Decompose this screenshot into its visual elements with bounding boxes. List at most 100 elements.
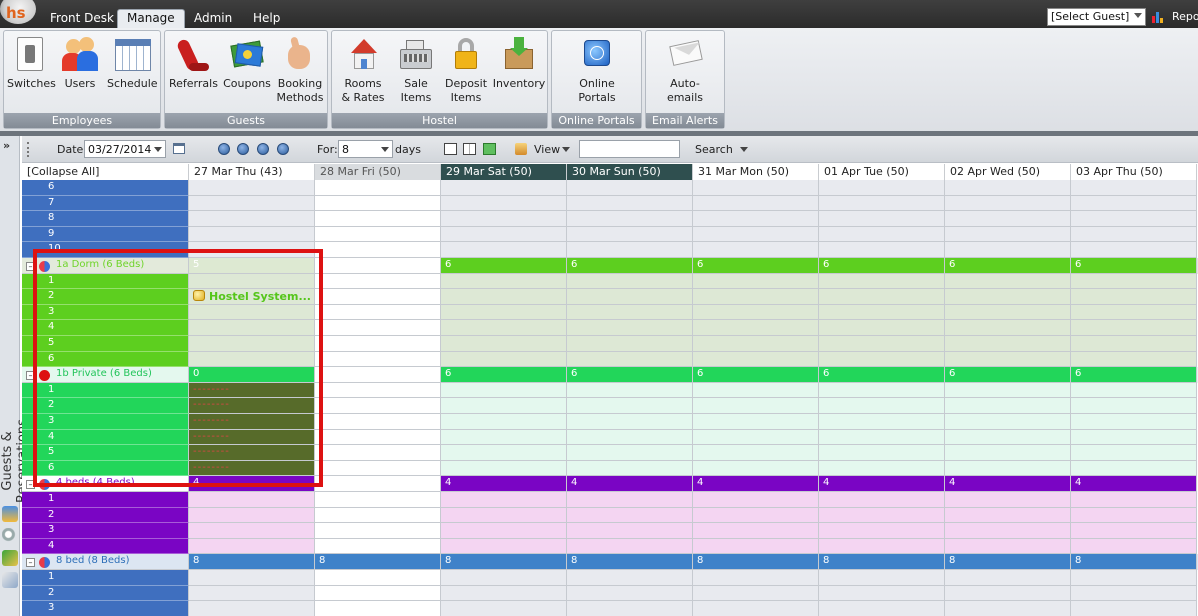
room-name[interactable]: – 4 beds (4 Beds)	[22, 476, 189, 492]
bed-day-cell[interactable]	[189, 507, 315, 524]
bed-day-cell[interactable]	[945, 585, 1071, 602]
bed-day-cell[interactable]	[315, 429, 441, 446]
reports-menu[interactable]: Repo	[1172, 10, 1198, 23]
bed-day-cell[interactable]	[189, 570, 315, 586]
next-icon[interactable]	[257, 143, 269, 155]
room-name[interactable]: – 8 bed (8 Beds)	[22, 554, 189, 570]
bed-day-cell[interactable]	[819, 601, 945, 616]
bed-day-cell[interactable]	[441, 273, 567, 290]
bed-day-cell[interactable]	[315, 242, 441, 258]
bed-day-cell[interactable]	[693, 226, 819, 243]
bed-day-cell[interactable]	[567, 320, 693, 336]
switches-button[interactable]: Switches	[7, 35, 56, 91]
bed-number[interactable]: 2	[22, 289, 189, 305]
bed-day-cell[interactable]	[945, 601, 1071, 616]
sale-items-button[interactable]: Sale Items	[392, 35, 440, 105]
bed-day-cell[interactable]	[315, 570, 441, 586]
bed-day-cell[interactable]	[1071, 429, 1197, 446]
bed-day-cell[interactable]	[819, 507, 945, 524]
room-name[interactable]: – 1b Private (6 Beds)	[22, 367, 189, 383]
people-icon[interactable]	[2, 506, 18, 522]
bed-day-cell[interactable]	[1071, 211, 1197, 227]
bed-day-cell[interactable]	[189, 195, 315, 212]
referrals-button[interactable]: Referrals	[169, 35, 218, 91]
bed-day-cell[interactable]	[1071, 320, 1197, 336]
bed-day-cell[interactable]	[693, 585, 819, 602]
bed-number[interactable]: 2	[22, 398, 189, 414]
bed-day-cell[interactable]	[819, 211, 945, 227]
bed-day-cell[interactable]	[1071, 507, 1197, 524]
bed-day-cell[interactable]	[315, 585, 441, 602]
bed-day-cell[interactable]	[1071, 523, 1197, 539]
bed-day-cell[interactable]	[945, 180, 1071, 196]
bed-day-cell[interactable]	[819, 226, 945, 243]
availability-cell[interactable]: 8	[693, 554, 819, 570]
bed-day-cell[interactable]	[567, 336, 693, 352]
bed-day-cell[interactable]	[441, 538, 567, 555]
days-count-field[interactable]: 8	[338, 140, 393, 158]
bed-day-cell[interactable]	[189, 601, 315, 616]
bed-day-cell[interactable]	[693, 523, 819, 539]
coupons-button[interactable]: Coupons	[223, 35, 271, 91]
bed-day-cell[interactable]	[315, 398, 441, 414]
bed-day-cell[interactable]	[1071, 336, 1197, 352]
bed-day-cell[interactable]	[693, 180, 819, 196]
availability-cell[interactable]: 4	[189, 476, 315, 492]
expand-panel-icon[interactable]: »	[3, 139, 10, 152]
bed-day-cell[interactable]	[567, 180, 693, 196]
bed-day-cell[interactable]	[315, 445, 441, 461]
bed-day-cell[interactable]	[945, 570, 1071, 586]
bed-day-cell[interactable]	[693, 460, 819, 477]
bed-day-cell[interactable]	[567, 289, 693, 305]
chevron-down-icon[interactable]	[740, 147, 748, 152]
bed-day-cell[interactable]	[1071, 195, 1197, 212]
menu-manage[interactable]: Manage	[117, 9, 185, 28]
bed-day-cell[interactable]	[693, 351, 819, 368]
bed-day-cell[interactable]	[819, 336, 945, 352]
bed-number[interactable]: 1	[22, 273, 189, 290]
bed-day-cell[interactable]	[315, 336, 441, 352]
bed-day-cell[interactable]	[189, 538, 315, 555]
bed-day-cell[interactable]	[945, 414, 1071, 430]
availability-cell[interactable]: 6	[819, 367, 945, 383]
bed-day-cell[interactable]	[1071, 351, 1197, 368]
bed-day-cell[interactable]	[315, 601, 441, 616]
date-field[interactable]: 03/27/2014	[84, 140, 166, 158]
room-row[interactable]: – 4 beds (4 Beds) 4 4 4 4 4 4 4	[22, 476, 1198, 492]
bed-day-cell[interactable]	[819, 320, 945, 336]
bed-day-cell[interactable]	[315, 273, 441, 290]
availability-cell[interactable]: 8	[189, 554, 315, 570]
availability-cell[interactable]: 6	[693, 367, 819, 383]
bed-day-cell[interactable]	[441, 242, 567, 258]
bed-day-cell[interactable]	[315, 289, 441, 305]
bed-day-cell[interactable]	[567, 601, 693, 616]
bed-number[interactable]: 7	[22, 195, 189, 212]
availability-cell[interactable]: 4	[567, 476, 693, 492]
bed-day-cell[interactable]	[567, 570, 693, 586]
bed-day-cell[interactable]	[441, 336, 567, 352]
bed-day-cell[interactable]	[819, 304, 945, 321]
bed-day-cell[interactable]	[945, 398, 1071, 414]
menu-front-desk[interactable]: Front Desk	[50, 10, 114, 28]
bed-day-cell[interactable]	[693, 289, 819, 305]
bed-day-cell[interactable]	[189, 180, 315, 196]
bed-day-cell[interactable]	[693, 445, 819, 461]
bed-day-cell[interactable]	[1071, 398, 1197, 414]
bed-day-cell[interactable]	[945, 211, 1071, 227]
bed-day-cell[interactable]	[1071, 538, 1197, 555]
bed-day-cell[interactable]	[693, 492, 819, 508]
bed-day-cell[interactable]	[819, 570, 945, 586]
availability-cell[interactable]	[315, 476, 441, 492]
bed-number[interactable]: 1	[22, 382, 189, 399]
collapse-toggle-icon[interactable]: –	[26, 371, 35, 381]
availability-cell[interactable]: 6	[819, 258, 945, 274]
bed-day-cell[interactable]	[693, 429, 819, 446]
bed-day-cell[interactable]	[567, 304, 693, 321]
availability-cell[interactable]: 4	[945, 476, 1071, 492]
bed-number[interactable]: 4	[22, 429, 189, 446]
bed-day-cell[interactable]	[819, 398, 945, 414]
bed-day-cell[interactable]	[567, 382, 693, 399]
bed-number[interactable]: 3	[22, 304, 189, 321]
bed-day-cell[interactable]	[441, 320, 567, 336]
bed-day-cell[interactable]	[441, 429, 567, 446]
